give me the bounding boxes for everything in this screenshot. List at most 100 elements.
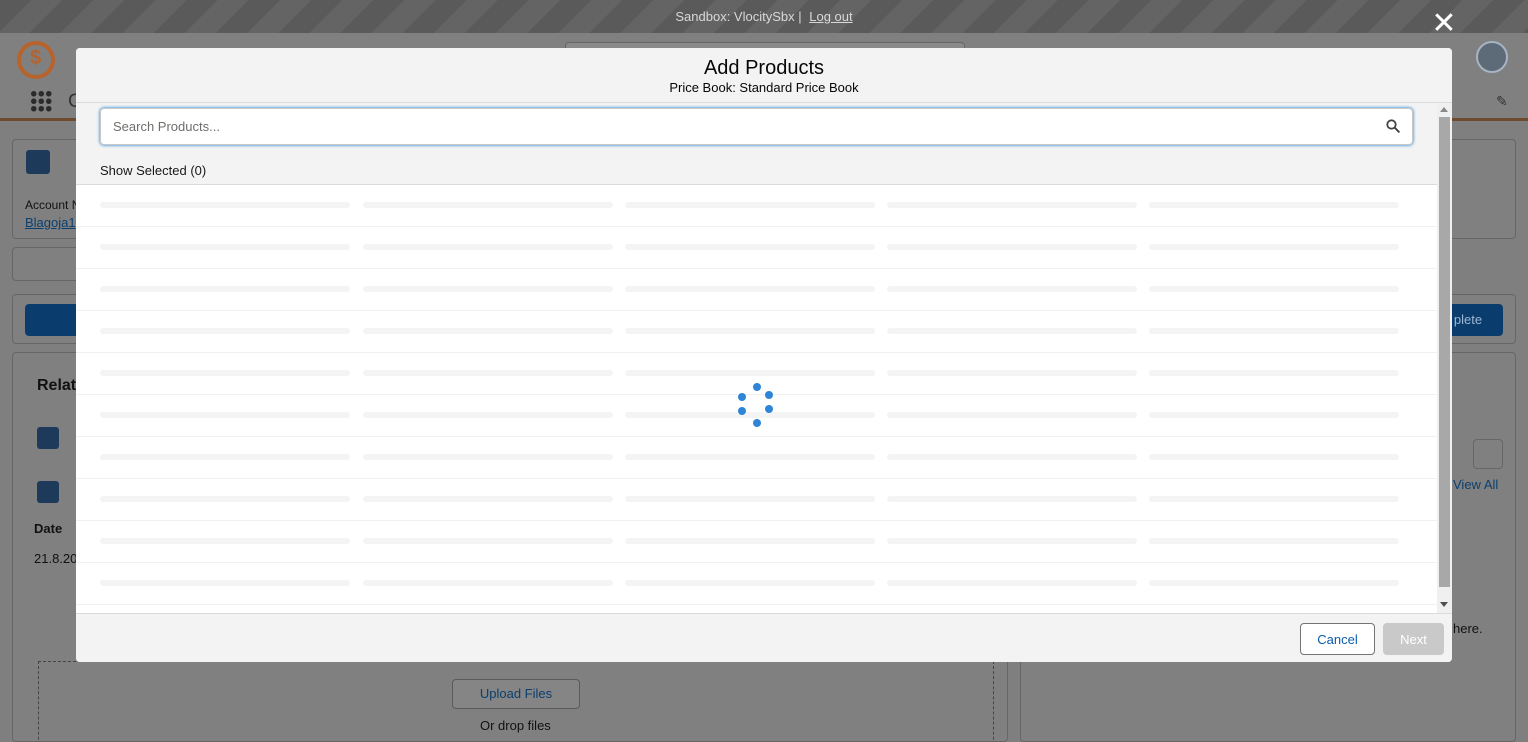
skeleton-placeholder-bar (1149, 538, 1399, 544)
app-launcher-icon (30, 90, 52, 112)
skeleton-placeholder-bar (887, 328, 1137, 334)
skeleton-placeholder-bar (363, 496, 613, 502)
side-note-text: here. (1453, 621, 1483, 636)
spinner-dot (765, 405, 773, 413)
skeleton-placeholder-bar (1149, 580, 1399, 586)
search-icon (1386, 119, 1400, 133)
skeleton-placeholder-bar (1149, 496, 1399, 502)
modal-scrollbar[interactable] (1437, 103, 1452, 613)
skeleton-placeholder-bar (1149, 202, 1399, 208)
skeleton-row (76, 185, 1437, 227)
related-list-icon (37, 427, 59, 449)
skeleton-placeholder-bar (363, 202, 613, 208)
drop-files-text: Or drop files (480, 718, 551, 733)
skeleton-placeholder-bar (887, 286, 1137, 292)
skeleton-placeholder-bar (1149, 412, 1399, 418)
sandbox-text: Sandbox: VlocitySbx | (675, 9, 802, 24)
skeleton-placeholder-bar (887, 580, 1137, 586)
skeleton-placeholder-bar (1149, 370, 1399, 376)
skeleton-placeholder-bar (100, 580, 350, 586)
cancel-button[interactable]: Cancel (1300, 623, 1375, 655)
skeleton-row (76, 437, 1437, 479)
skeleton-placeholder-bar (100, 244, 350, 250)
loading-spinner (736, 383, 778, 429)
skeleton-placeholder-bar (100, 412, 350, 418)
skeleton-placeholder-bar (1149, 286, 1399, 292)
skeleton-row (76, 479, 1437, 521)
related-list-icon (37, 481, 59, 503)
skeleton-placeholder-bar (625, 580, 875, 586)
spinner-dot (753, 419, 761, 427)
spinner-dot (765, 391, 773, 399)
next-button[interactable]: Next (1383, 623, 1444, 655)
edit-nav-icon: ✎ (1496, 93, 1508, 109)
scroll-thumb[interactable] (1439, 117, 1450, 587)
table-cell-date: 21.8.20 (34, 551, 78, 566)
skeleton-placeholder-bar (887, 244, 1137, 250)
skeleton-placeholder-bar (887, 202, 1137, 208)
settings-icon (1473, 439, 1503, 469)
skeleton-placeholder-bar (363, 286, 613, 292)
skeleton-placeholder-bar (887, 538, 1137, 544)
search-row: Show Selected (0) (76, 103, 1437, 185)
skeleton-placeholder-bar (363, 244, 613, 250)
skeleton-placeholder-bar (1149, 454, 1399, 460)
skeleton-placeholder-bar (100, 328, 350, 334)
file-tab (12, 247, 82, 281)
org-logo (17, 41, 55, 79)
skeleton-placeholder-bar (363, 538, 613, 544)
skeleton-row (76, 563, 1437, 605)
spinner-dot (738, 393, 746, 401)
account-link: Blagoja1 (25, 215, 76, 230)
skeleton-placeholder-bar (887, 496, 1137, 502)
skeleton-placeholder-bar (100, 496, 350, 502)
close-modal-icon[interactable]: ✕ (1430, 9, 1458, 39)
table-header-date: Date (34, 521, 63, 536)
skeleton-placeholder-bar (625, 244, 875, 250)
scroll-up-arrow-icon[interactable] (1440, 107, 1448, 112)
skeleton-placeholder-bar (625, 328, 875, 334)
skeleton-placeholder-bar (887, 454, 1137, 460)
account-label: Account N (25, 198, 81, 212)
skeleton-placeholder-bar (100, 538, 350, 544)
sandbox-banner: Sandbox: VlocitySbx | Log out (0, 0, 1528, 33)
view-all-link: View All (1453, 477, 1499, 492)
record-icon (26, 150, 50, 174)
upload-files-button: Upload Files (452, 679, 580, 709)
modal-body: Show Selected (0) (76, 103, 1452, 613)
search-products-input[interactable] (100, 108, 1413, 145)
related-tab: Relat (37, 377, 77, 394)
skeleton-placeholder-bar (625, 454, 875, 460)
skeleton-row (76, 227, 1437, 269)
spinner-dot (753, 383, 761, 391)
price-book-subtitle: Price Book: Standard Price Book (669, 80, 859, 95)
skeleton-placeholder-bar (887, 412, 1137, 418)
skeleton-placeholder-bar (1149, 328, 1399, 334)
modal-footer: Cancel Next (76, 613, 1452, 662)
spinner-dot (738, 407, 746, 415)
modal-title: Add Products (703, 57, 825, 79)
skeleton-placeholder-bar (1149, 244, 1399, 250)
skeleton-placeholder-bar (363, 328, 613, 334)
skeleton-placeholder-bar (100, 202, 350, 208)
skeleton-placeholder-bar (625, 202, 875, 208)
skeleton-row (76, 311, 1437, 353)
show-selected-link[interactable]: Show Selected (0) (100, 163, 206, 178)
skeleton-placeholder-bar (363, 412, 613, 418)
skeleton-placeholder-bar (625, 286, 875, 292)
user-avatar (1476, 41, 1508, 73)
skeleton-placeholder-bar (625, 370, 875, 376)
skeleton-row (76, 269, 1437, 311)
logout-link[interactable]: Log out (809, 9, 852, 24)
skeleton-placeholder-bar (363, 580, 613, 586)
skeleton-placeholder-bar (100, 286, 350, 292)
modal-header: Add Products Price Book: Standard Price … (76, 48, 1452, 103)
skeleton-placeholder-bar (625, 496, 875, 502)
skeleton-placeholder-bar (100, 370, 350, 376)
skeleton-placeholder-bar (100, 454, 350, 460)
skeleton-placeholder-bar (363, 454, 613, 460)
skeleton-placeholder-bar (625, 538, 875, 544)
skeleton-placeholder-bar (363, 370, 613, 376)
skeleton-placeholder-bar (887, 370, 1137, 376)
scroll-down-arrow-icon[interactable] (1440, 602, 1448, 607)
